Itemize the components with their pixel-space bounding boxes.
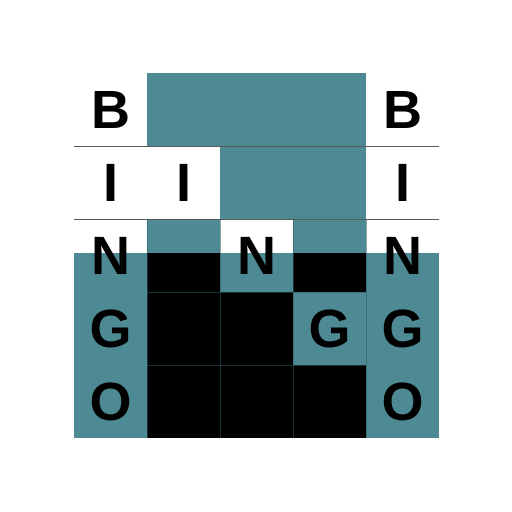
cell-r3-c3[interactable]: N bbox=[220, 219, 293, 292]
cell-r1-c1[interactable]: B bbox=[74, 73, 147, 146]
cell-letter: I bbox=[175, 152, 191, 213]
cell-r4-c1[interactable]: G bbox=[74, 292, 147, 365]
cell-r4-c5[interactable]: G bbox=[366, 292, 439, 365]
cell-r4-c4[interactable]: G bbox=[293, 292, 366, 365]
cell-r1-c5[interactable]: B bbox=[366, 73, 439, 146]
cell-r3-c2[interactable] bbox=[147, 219, 220, 292]
row-divider bbox=[147, 292, 366, 293]
column-divider bbox=[220, 219, 221, 438]
cell-r1-c2[interactable] bbox=[147, 73, 220, 146]
cell-r4-c2[interactable] bbox=[147, 292, 220, 365]
column-divider bbox=[366, 219, 367, 438]
cell-r4-c3[interactable] bbox=[220, 292, 293, 365]
row-divider bbox=[74, 219, 439, 220]
cell-r3-c4[interactable] bbox=[293, 219, 366, 292]
cell-r5-c2[interactable] bbox=[147, 365, 220, 438]
cell-letter: N bbox=[383, 225, 422, 286]
cell-r1-c3[interactable] bbox=[220, 73, 293, 146]
cell-r3-c5[interactable]: N bbox=[366, 219, 439, 292]
cell-letter: O bbox=[89, 371, 132, 432]
cell-r1-c4[interactable] bbox=[293, 73, 366, 146]
cell-letter: N bbox=[91, 225, 130, 286]
cell-letter: O bbox=[381, 371, 424, 432]
cell-letter: G bbox=[89, 298, 132, 359]
cell-r5-c5[interactable]: O bbox=[366, 365, 439, 438]
cell-r2-c3[interactable] bbox=[220, 146, 293, 219]
cell-letter: I bbox=[394, 152, 410, 213]
row-divider bbox=[147, 365, 366, 366]
bingo-board: B B I I I N N N G G G O O bbox=[74, 73, 439, 438]
cell-r5-c3[interactable] bbox=[220, 365, 293, 438]
cell-r5-c4[interactable] bbox=[293, 365, 366, 438]
row-divider bbox=[74, 146, 439, 147]
cell-r3-c1[interactable]: N bbox=[74, 219, 147, 292]
column-divider bbox=[147, 219, 148, 438]
cell-letter: G bbox=[308, 298, 351, 359]
cell-r2-c5[interactable]: I bbox=[366, 146, 439, 219]
cell-r2-c4[interactable] bbox=[293, 146, 366, 219]
cell-letter: B bbox=[383, 79, 422, 140]
cell-r2-c2[interactable]: I bbox=[147, 146, 220, 219]
cell-letter: G bbox=[381, 298, 424, 359]
cell-letter: I bbox=[102, 152, 118, 213]
cell-r5-c1[interactable]: O bbox=[74, 365, 147, 438]
cell-letter: N bbox=[237, 225, 276, 286]
cell-letter: B bbox=[91, 79, 130, 140]
column-divider bbox=[293, 219, 294, 438]
cell-r2-c1[interactable]: I bbox=[74, 146, 147, 219]
